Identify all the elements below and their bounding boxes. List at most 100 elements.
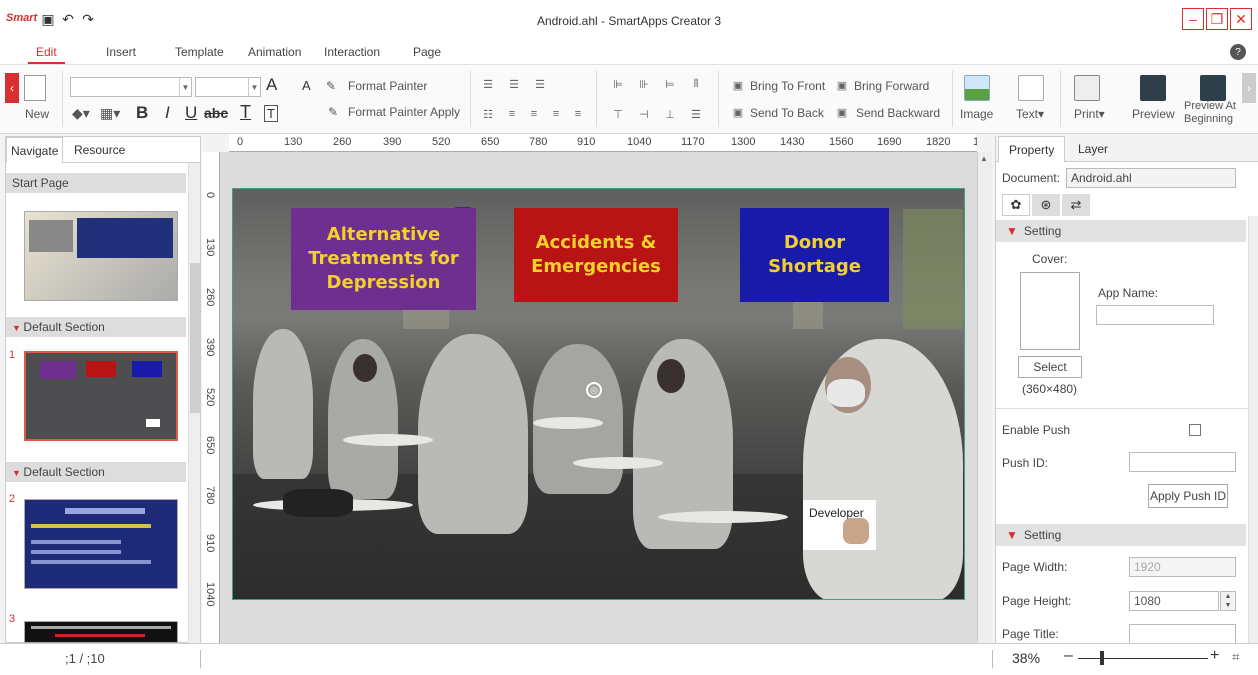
close-icon[interactable]: ✕: [1230, 8, 1252, 30]
align-center-icon[interactable]: ≡: [526, 107, 542, 121]
select-cover-button[interactable]: Select: [1018, 356, 1082, 378]
cover-preview[interactable]: [1020, 272, 1080, 350]
align-objects-bottom-icon[interactable]: ⊥: [662, 107, 678, 121]
new-page-icon[interactable]: [24, 75, 46, 101]
align-right-icon[interactable]: ≡: [548, 107, 564, 121]
print-button[interactable]: Print▾: [1074, 107, 1105, 121]
menu-template[interactable]: Template: [175, 45, 224, 59]
page-thumbnail-1[interactable]: [24, 351, 178, 441]
topic-block-donor[interactable]: Donor Shortage: [740, 208, 889, 302]
ribbon-scroll-right-icon[interactable]: ›: [1242, 73, 1256, 103]
apply-push-id-button[interactable]: Apply Push ID: [1148, 484, 1228, 508]
setting-section-1[interactable]: ▼ Setting: [996, 220, 1246, 242]
tab-resource[interactable]: Resource: [70, 137, 129, 163]
font-size-select[interactable]: ▼: [195, 77, 261, 97]
align-objects-center-icon[interactable]: ⊪: [636, 77, 652, 91]
app-name-input[interactable]: [1096, 305, 1214, 325]
bring-to-front-button[interactable]: Bring To Front: [750, 79, 825, 93]
indent-increase-icon[interactable]: ☰: [506, 77, 522, 91]
image-button[interactable]: Image: [960, 107, 993, 121]
tab-layer[interactable]: Layer: [1068, 136, 1118, 162]
slide-stage[interactable]: Alternative Treatments for Depression Ac…: [232, 188, 965, 600]
gear-icon[interactable]: ✿: [1002, 194, 1030, 216]
developer-button[interactable]: Developer: [803, 500, 876, 550]
start-page-header[interactable]: Start Page: [6, 173, 186, 193]
preview-at-beginning-label-1[interactable]: Preview At: [1184, 100, 1236, 112]
preview-at-beginning-icon[interactable]: [1200, 75, 1226, 101]
align-objects-left-icon[interactable]: ⊫: [610, 77, 626, 91]
image-icon[interactable]: [964, 75, 990, 101]
section-header-1[interactable]: ▼ Default Section: [6, 317, 186, 337]
align-left-icon[interactable]: ≡: [504, 107, 520, 121]
menu-interaction[interactable]: Interaction: [324, 45, 380, 59]
send-to-back-button[interactable]: Send To Back: [750, 106, 824, 120]
topic-block-depression[interactable]: Alternative Treatments for Depression: [291, 208, 476, 310]
format-painter-button[interactable]: Format Painter: [348, 79, 427, 93]
page-height-input[interactable]: 1080: [1129, 591, 1219, 611]
align-objects-middle-icon[interactable]: ⊣: [636, 107, 652, 121]
font-grow-button[interactable]: A: [266, 75, 277, 95]
topic-block-accidents[interactable]: Accidents & Emergencies: [514, 208, 678, 302]
send-backward-button[interactable]: Send Backward: [856, 106, 940, 120]
push-id-input[interactable]: [1129, 452, 1236, 472]
section-header-2[interactable]: ▼ Default Section: [6, 462, 186, 482]
distribute-vertical-icon[interactable]: ☰: [688, 107, 704, 121]
align-justify-icon[interactable]: ≡: [570, 107, 586, 121]
help-icon[interactable]: ?: [1230, 44, 1246, 60]
center-marker-icon[interactable]: ◎: [586, 382, 602, 398]
bring-forward-button[interactable]: Bring Forward: [854, 79, 929, 93]
swap-icon[interactable]: ⇄: [1062, 194, 1090, 216]
text-frame-icon[interactable]: T: [264, 105, 278, 122]
setting-section-2[interactable]: ▼ Setting: [996, 524, 1246, 546]
start-page-thumbnail[interactable]: [24, 211, 178, 301]
printer-icon[interactable]: [1074, 75, 1100, 101]
fit-to-window-icon[interactable]: ⌗: [1232, 649, 1239, 665]
restore-icon[interactable]: ❐: [1206, 8, 1228, 30]
bullet-list-icon[interactable]: ☷: [480, 107, 496, 121]
canvas-scrollbar[interactable]: ▲: [977, 152, 992, 643]
font-family-select[interactable]: ▼: [70, 77, 192, 97]
left-scrollbar[interactable]: [188, 163, 200, 643]
menu-insert[interactable]: Insert: [106, 45, 136, 59]
align-objects-right-icon[interactable]: ⊨: [662, 77, 678, 91]
enable-push-checkbox[interactable]: [1189, 424, 1201, 436]
menu-page[interactable]: Page: [413, 45, 441, 59]
page-height-stepper[interactable]: ▲ ▼: [1220, 591, 1236, 611]
line-spacing-icon[interactable]: ☰: [532, 77, 548, 91]
menu-edit[interactable]: Edit: [28, 45, 65, 64]
distribute-horizontal-icon[interactable]: ⫴: [688, 77, 704, 91]
new-button[interactable]: New: [25, 107, 49, 121]
text-box-icon[interactable]: [1018, 75, 1044, 101]
bold-button[interactable]: B: [136, 103, 148, 123]
fill-color-icon[interactable]: ◆▾: [72, 105, 90, 122]
tab-navigate[interactable]: Navigate: [6, 137, 64, 163]
underline-button[interactable]: U: [185, 103, 197, 123]
border-icon[interactable]: ▦▾: [100, 105, 120, 122]
font-shrink-button[interactable]: A: [302, 78, 311, 93]
canvas-area[interactable]: Alternative Treatments for Depression Ac…: [220, 152, 977, 643]
preview-at-beginning-label-2[interactable]: Beginning: [1184, 113, 1233, 125]
preview-icon[interactable]: [1140, 75, 1166, 101]
left-scrollbar-thumb[interactable]: [190, 263, 200, 413]
ribbon-scroll-left-icon[interactable]: ‹: [5, 73, 19, 103]
menu-animation[interactable]: Animation: [248, 45, 301, 59]
tab-property[interactable]: Property: [998, 136, 1066, 162]
italic-button[interactable]: I: [165, 103, 170, 123]
zoom-in-icon[interactable]: +: [1210, 647, 1219, 665]
minimize-icon[interactable]: –: [1182, 8, 1204, 30]
format-painter-apply-button[interactable]: Format Painter Apply: [348, 105, 460, 119]
indent-decrease-icon[interactable]: ☰: [480, 77, 496, 91]
zoom-slider-thumb[interactable]: [1100, 651, 1104, 665]
page-title-input[interactable]: [1129, 624, 1236, 644]
strikethrough-button[interactable]: abc: [204, 105, 228, 121]
zoom-slider-track[interactable]: [1078, 658, 1208, 659]
scroll-up-icon[interactable]: ▲: [980, 154, 988, 163]
zoom-out-icon[interactable]: –: [1064, 647, 1073, 665]
right-scrollbar[interactable]: [1248, 216, 1258, 643]
align-objects-top-icon[interactable]: ⊤: [610, 107, 626, 121]
preview-button[interactable]: Preview: [1132, 107, 1175, 121]
text-button[interactable]: Text▾: [1016, 107, 1044, 121]
lifebuoy-icon[interactable]: ⊛: [1032, 194, 1060, 216]
page-thumbnail-2[interactable]: [24, 499, 178, 589]
page-thumbnail-3[interactable]: [24, 621, 178, 643]
